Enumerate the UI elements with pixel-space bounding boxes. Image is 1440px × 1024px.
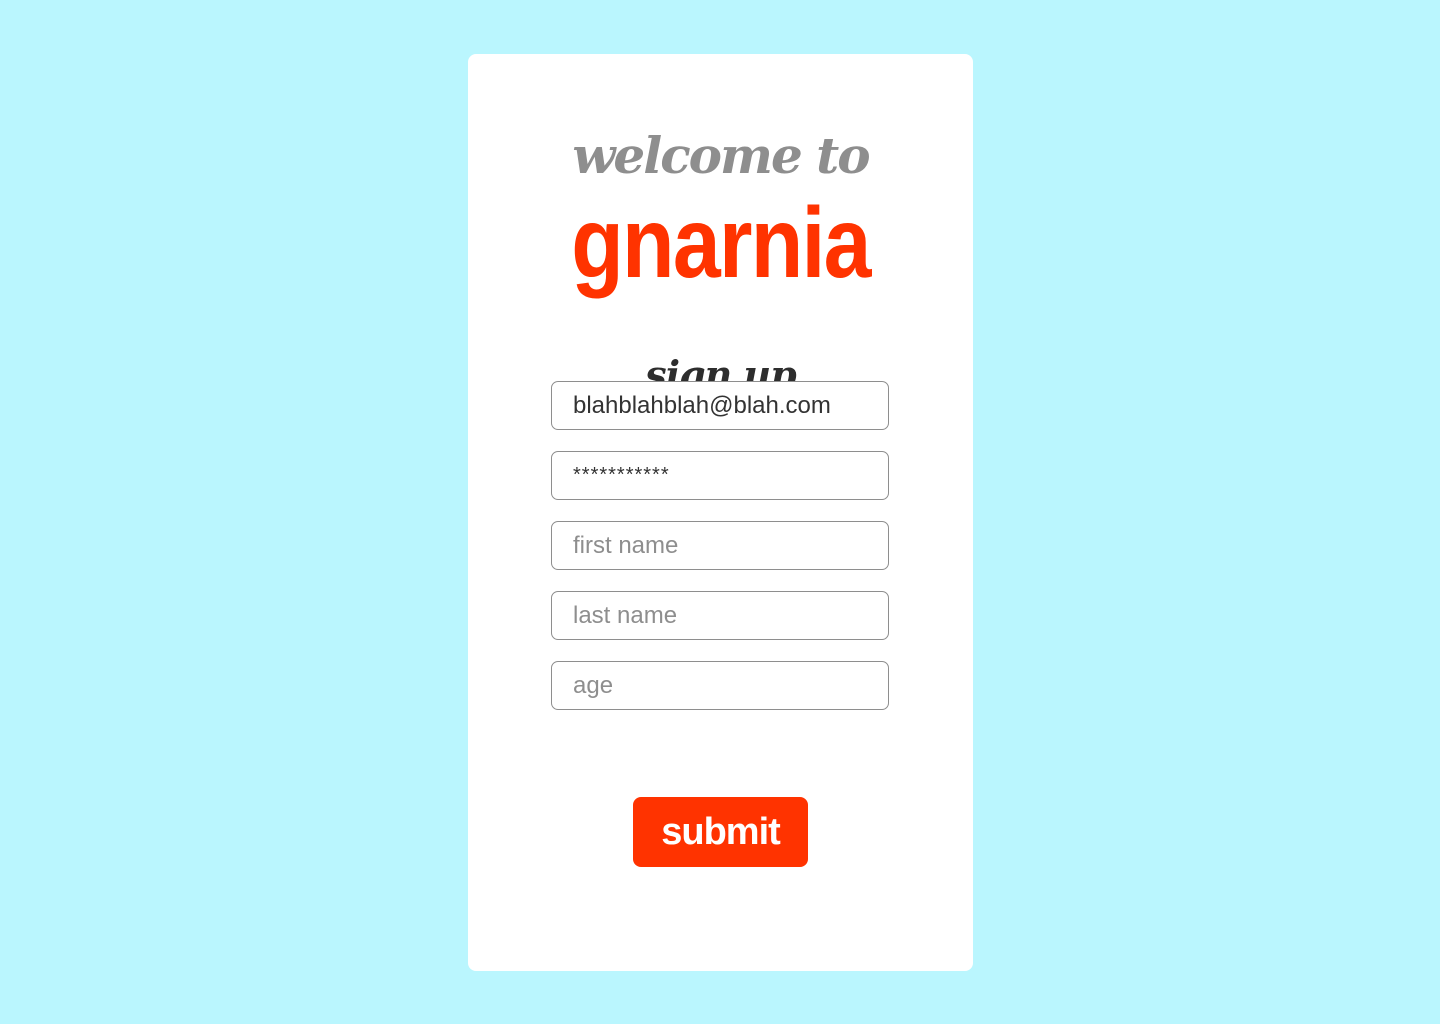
age-field[interactable] [551,661,889,710]
first-name-field[interactable] [551,521,889,570]
submit-button[interactable]: submit [633,797,808,867]
welcome-text: welcome to [572,126,870,185]
brand-logo-text: gnarnia [571,187,871,299]
password-field[interactable] [551,451,889,500]
email-field[interactable] [551,381,889,430]
last-name-field[interactable] [551,591,889,640]
signup-card: welcome to gnarnia sign up submit [468,54,973,971]
